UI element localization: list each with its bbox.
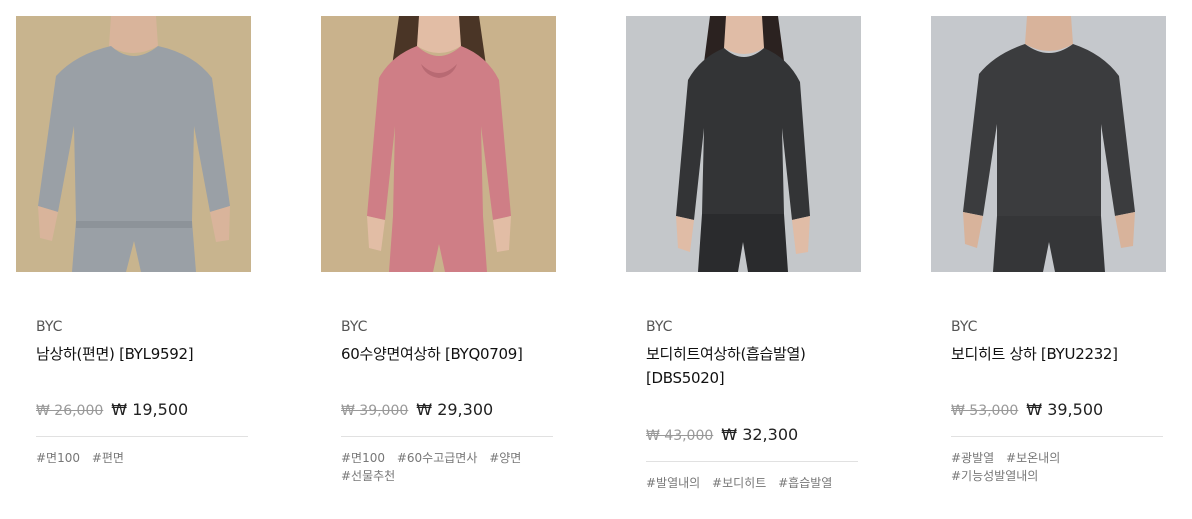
product-name-link[interactable]: 보디히트여상하(흡습발열) [DBS5020]	[646, 345, 806, 387]
price-row: ₩ 39,000 ₩ 29,300	[341, 400, 553, 422]
sale-price: ₩ 32,300	[721, 425, 799, 444]
hashtag[interactable]: #기능성발열내의	[951, 469, 1038, 483]
hashtag[interactable]: #선물추천	[341, 469, 395, 483]
hashtag[interactable]: #60수고급면사	[397, 451, 478, 465]
product-card[interactable]: BYC 보디히트여상하(흡습발열) [DBS5020] ₩ 43,000 ₩ 3…	[626, 16, 862, 516]
hashtag[interactable]: #보온내의	[1006, 451, 1060, 465]
hashtag[interactable]: #광발열	[951, 451, 994, 465]
product-image[interactable]	[626, 16, 861, 272]
price-row: ₩ 53,000 ₩ 39,500	[951, 400, 1163, 422]
tag-list: #면100 #60수고급면사 #양면 #선물추천	[341, 449, 553, 485]
hashtag[interactable]: #편면	[92, 451, 124, 465]
product-name-link[interactable]: 남상하(편면) [BYL9592]	[36, 345, 194, 363]
tag-list: #발열내의 #보디히트 #흡습발열	[646, 474, 858, 492]
divider	[341, 436, 553, 437]
product-card[interactable]: BYC 남상하(편면) [BYL9592] ₩ 26,000 ₩ 19,500 …	[16, 16, 252, 516]
divider	[646, 461, 858, 462]
sale-price: ₩ 19,500	[111, 400, 189, 419]
price-row: ₩ 43,000 ₩ 32,300	[646, 425, 858, 447]
original-price: ₩ 43,000	[646, 428, 714, 444]
sale-price: ₩ 39,500	[1026, 400, 1104, 419]
price-row: ₩ 26,000 ₩ 19,500	[36, 400, 248, 422]
sale-price: ₩ 29,300	[416, 400, 494, 419]
product-card[interactable]: BYC 보디히트 상하 [BYU2232] ₩ 53,000 ₩ 39,500 …	[931, 16, 1167, 516]
original-price: ₩ 53,000	[951, 403, 1019, 419]
hashtag[interactable]: #면100	[341, 451, 385, 465]
original-price: ₩ 39,000	[341, 403, 409, 419]
product-brand: BYC	[951, 319, 978, 335]
product-card[interactable]: BYC 60수양면여상하 [BYQ0709] ₩ 39,000 ₩ 29,300…	[321, 16, 557, 516]
product-image[interactable]	[321, 16, 556, 272]
tag-list: #광발열 #보온내의 #기능성발열내의	[951, 449, 1163, 485]
product-brand: BYC	[341, 319, 368, 335]
divider	[951, 436, 1163, 437]
hashtag[interactable]: #면100	[36, 451, 80, 465]
product-name-link[interactable]: 60수양면여상하 [BYQ0709]	[341, 345, 523, 363]
product-brand: BYC	[646, 319, 673, 335]
hashtag[interactable]: #흡습발열	[778, 476, 832, 490]
product-name-link[interactable]: 보디히트 상하 [BYU2232]	[951, 345, 1118, 363]
hashtag[interactable]: #발열내의	[646, 476, 700, 490]
product-brand: BYC	[36, 319, 63, 335]
hashtag[interactable]: #보디히트	[712, 476, 766, 490]
divider	[36, 436, 248, 437]
original-price: ₩ 26,000	[36, 403, 104, 419]
hashtag[interactable]: #양면	[489, 451, 521, 465]
product-image[interactable]	[931, 16, 1166, 272]
product-image[interactable]	[16, 16, 251, 272]
tag-list: #면100 #편면	[36, 449, 248, 467]
